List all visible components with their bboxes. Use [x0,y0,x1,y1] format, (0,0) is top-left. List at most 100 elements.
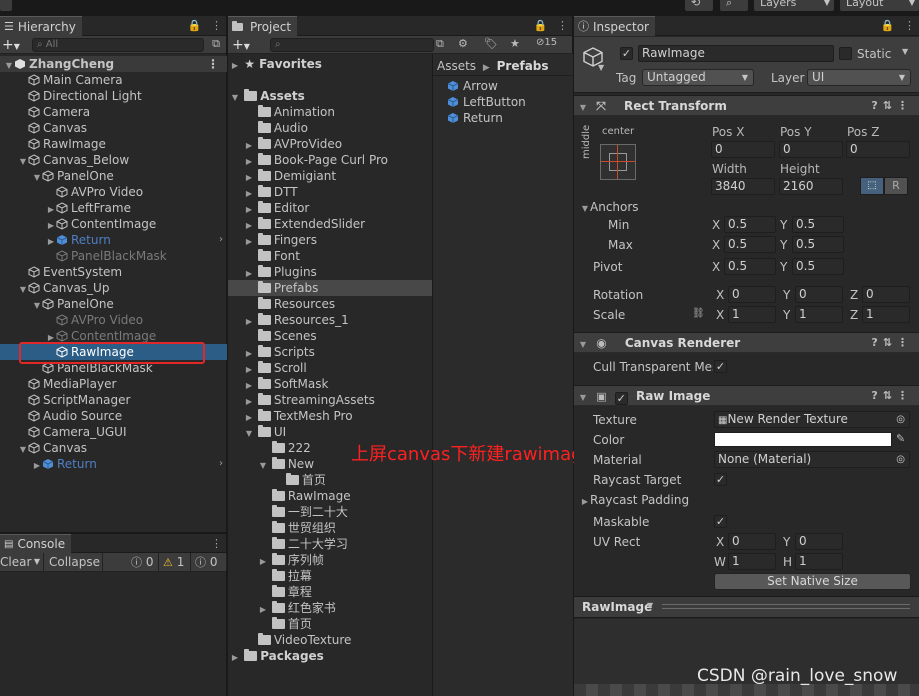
project-folder-item[interactable]: Prefabs [228,280,432,296]
uv-y-field[interactable]: 0 [795,533,843,550]
hierarchy-item[interactable]: ▼ PanelOne [0,296,227,312]
chevron-down-icon[interactable]: ▼ [598,63,604,72]
anchor-min-x-field[interactable]: 0.5 [724,216,776,233]
create-asset-button[interactable]: +▼ [232,36,250,56]
project-folder-item[interactable]: ▶ Demigiant [228,168,432,184]
hierarchy-item[interactable]: MediaPlayer [0,376,227,392]
eyedropper-icon[interactable]: ✎ [896,432,905,445]
static-dropdown-icon[interactable]: ▼ [902,47,908,56]
project-folder-item[interactable]: ▼ UI [228,424,432,440]
hierarchy-item[interactable]: Audio Source [0,408,227,424]
prefab-asset-item[interactable]: LeftButton [433,94,573,110]
pos-y-field[interactable]: 0 [779,141,843,158]
more-menu-icon[interactable]: ⋮ [897,336,913,349]
hierarchy-item[interactable]: ▶ ContentImage [0,216,227,232]
project-folder-item[interactable]: ▶ StreamingAssets [228,392,432,408]
scale-z-field[interactable]: 1 [862,306,910,323]
hierarchy-item[interactable]: AVPro Video [0,312,227,328]
scale-x-field[interactable]: 1 [728,306,776,323]
lock-icon[interactable]: 🔒 [534,19,548,32]
project-folder-item[interactable]: ▶ Fingers [228,232,432,248]
collapse-button[interactable]: Collapse [45,553,103,571]
filter-by-type-icon[interactable]: ⚙ [458,37,468,50]
search-by-type-icon[interactable]: ⧉ [436,37,444,51]
help-icon[interactable]: ? [871,99,882,112]
uv-x-field[interactable]: 0 [728,533,776,550]
project-folder-item[interactable]: 世贸组织 [228,520,432,536]
project-folder-item[interactable]: ▶ Book-Page Curl Pro [228,152,432,168]
pivot-x-field[interactable]: 0.5 [724,258,776,275]
constrain-proportions-icon[interactable]: ⛓ [692,308,705,319]
hierarchy-item[interactable]: RawImage [0,136,227,152]
hierarchy-item[interactable]: ScriptManager [0,392,227,408]
pos-z-field[interactable]: 0 [846,141,910,158]
hierarchy-item[interactable]: Camera_UGUI [0,424,227,440]
tab-project[interactable]: Project [228,16,298,36]
pos-x-field[interactable]: 0 [711,141,775,158]
layer-dropdown[interactable]: UI ▼ [807,69,911,86]
layout-dropdown[interactable]: Layout ▼ [840,0,919,11]
history-button[interactable]: ⟲ [685,0,713,11]
cull-transparent-checkbox[interactable]: ✓ [714,360,727,373]
more-menu-icon[interactable]: ⋮ [897,99,913,112]
project-folder-item[interactable]: VideoTexture [228,632,432,648]
maskable-checkbox[interactable]: ✓ [714,515,727,528]
hierarchy-item[interactable]: ▶ Return › [0,232,227,248]
lock-icon[interactable]: 🔒 [188,19,202,32]
object-picker-icon[interactable]: ◎ [896,452,905,467]
project-folder-item[interactable]: 首页 [228,616,432,632]
scene-visibility-icon[interactable]: ⧉ [212,37,220,51]
width-field[interactable]: 3840 [711,178,775,195]
rotation-y-field[interactable]: 0 [795,286,843,303]
more-menu-icon[interactable]: ⋮ [207,56,219,72]
uv-w-field[interactable]: 1 [728,553,776,570]
material-field[interactable]: None (Material) ◎ [714,451,910,468]
project-folder-item[interactable]: ▶ 序列帧 [228,552,432,568]
project-folder-item[interactable]: 一到二十大 [228,504,432,520]
hierarchy-item[interactable]: ▼ Canvas_Up [0,280,227,296]
project-folder-item[interactable]: ▶ DTT [228,184,432,200]
raycast-target-checkbox[interactable]: ✓ [714,473,727,486]
hidden-packages-toggle[interactable]: ⊘15 [536,37,557,48]
hierarchy-item[interactable]: ▼ Canvas [0,440,227,456]
project-folder-item[interactable]: 章程 [228,584,432,600]
raycast-padding-foldout[interactable]: ▶ Raycast Padding [580,492,689,510]
more-menu-icon[interactable]: ⋮ [897,389,913,402]
anchors-foldout[interactable]: ▼ Anchors [580,199,639,217]
open-prefab-chevron-icon[interactable]: › [219,456,223,472]
filter-by-label-icon[interactable]: 🏷 [484,37,498,50]
uv-h-field[interactable]: 1 [795,553,843,570]
project-folder-item[interactable]: ▶ SoftMask [228,376,432,392]
clear-button[interactable]: Clear ▼ [0,553,44,571]
favorites-row[interactable]: ▶ ★ Favorites [228,56,432,72]
static-checkbox[interactable] [839,47,852,60]
set-native-size-button[interactable]: Set Native Size [714,573,911,590]
project-folder-item[interactable]: ▶ ExtendedSlider [228,216,432,232]
more-menu-icon[interactable]: ⋮ [904,19,915,32]
breadcrumb-assets[interactable]: Assets [437,59,476,73]
raw-image-header[interactable]: ▼ ▣ ✓ Raw Image ?⇅⋮ [574,385,919,406]
rect-transform-header[interactable]: ▼ ⤧ Rect Transform ?⇅⋮ [574,95,919,116]
prefab-asset-item[interactable]: Return [433,110,573,126]
anchor-presets-button[interactable] [600,144,636,180]
lock-icon[interactable]: 🔒 [881,19,895,32]
object-name-field[interactable]: RawImage [638,45,834,62]
more-menu-icon[interactable]: ⋮ [557,19,568,32]
project-folder-item[interactable]: Resources [228,296,432,312]
project-folder-item[interactable]: ▶ Editor [228,200,432,216]
raw-image-enabled-checkbox[interactable]: ✓ [614,392,628,405]
project-search-input[interactable]: ⌕ [270,38,434,52]
help-icon[interactable]: ? [871,336,882,349]
assets-row[interactable]: ▼ Assets [228,88,432,104]
rotation-x-field[interactable]: 0 [728,286,776,303]
project-folder-item[interactable]: RawImage [228,488,432,504]
height-field[interactable]: 2160 [779,178,843,195]
texture-field[interactable]: ▦New Render Texture ◎ [714,411,910,428]
preset-icon[interactable]: ⇅ [883,389,897,402]
project-folder-item[interactable]: 二十大学习 [228,536,432,552]
preset-icon[interactable]: ⇅ [883,99,897,112]
project-folder-item[interactable]: ▶ 红色家书 [228,600,432,616]
hierarchy-item[interactable]: Canvas [0,120,227,136]
hierarchy-item[interactable]: ▶ LeftFrame [0,200,227,216]
hierarchy-item[interactable]: Main Camera [0,72,227,88]
